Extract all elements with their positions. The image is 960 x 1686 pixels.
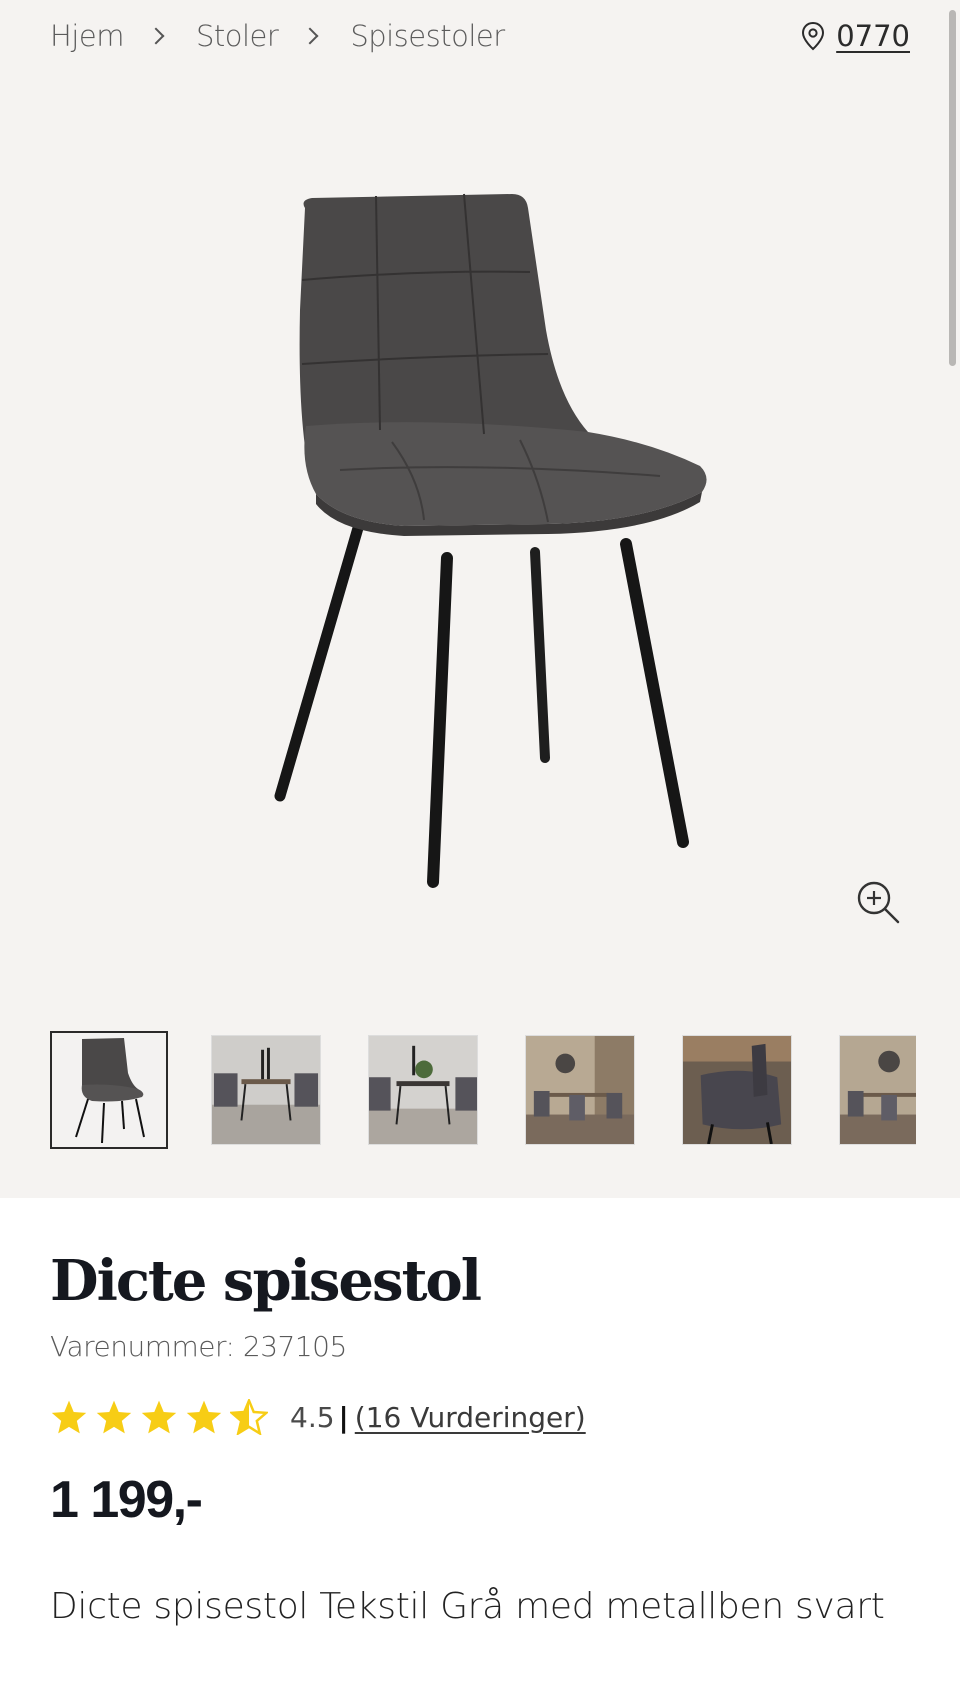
thumbnail-1[interactable]	[50, 1031, 168, 1149]
rating-separator: |	[338, 1400, 349, 1434]
chevron-right-icon	[147, 27, 165, 45]
star-half-icon	[230, 1399, 268, 1435]
rating-value: 4.5	[290, 1400, 335, 1434]
sku-label: Varenummer:	[50, 1330, 235, 1363]
product-description: Dicte spisestol Tekstil Grå med metallbe…	[50, 1586, 885, 1627]
reviews-link[interactable]: (16 Vurderinger)	[355, 1401, 586, 1434]
product-gallery: Hjem Stoler Spisestoler 0770	[0, 0, 960, 1198]
star-icon	[186, 1400, 222, 1434]
thumbnail-2[interactable]	[207, 1031, 325, 1149]
sku-value: 237105	[242, 1330, 347, 1363]
breadcrumb-stoler[interactable]: Stoler	[196, 19, 279, 53]
star-rating	[50, 1399, 268, 1435]
product-image[interactable]	[0, 160, 960, 920]
breadcrumb-spisestoler[interactable]: Spisestoler	[350, 19, 505, 53]
store-selector[interactable]: 0770	[800, 14, 910, 58]
thumbnail-6[interactable]	[835, 1031, 916, 1149]
product-sku: Varenummer: 237105	[50, 1330, 347, 1363]
store-postcode[interactable]: 0770	[836, 19, 910, 53]
zoom-in-icon[interactable]	[852, 876, 904, 928]
product-price: 1 199,-	[50, 1471, 203, 1529]
star-icon	[96, 1400, 132, 1434]
star-icon	[141, 1400, 177, 1434]
product-rating: 4.5 | (16 Vurderinger)	[50, 1394, 586, 1440]
breadcrumb: Hjem Stoler Spisestoler	[50, 14, 505, 58]
star-icon	[51, 1400, 87, 1434]
breadcrumb-home[interactable]: Hjem	[50, 19, 124, 53]
product-title: Dicte spisestol	[50, 1248, 482, 1314]
thumbnail-strip	[50, 1031, 916, 1149]
thumbnail-4[interactable]	[521, 1031, 639, 1149]
location-pin-icon	[802, 21, 825, 51]
thumbnail-3[interactable]	[364, 1031, 482, 1149]
chevron-right-icon	[301, 27, 319, 45]
thumbnail-5[interactable]	[678, 1031, 796, 1149]
